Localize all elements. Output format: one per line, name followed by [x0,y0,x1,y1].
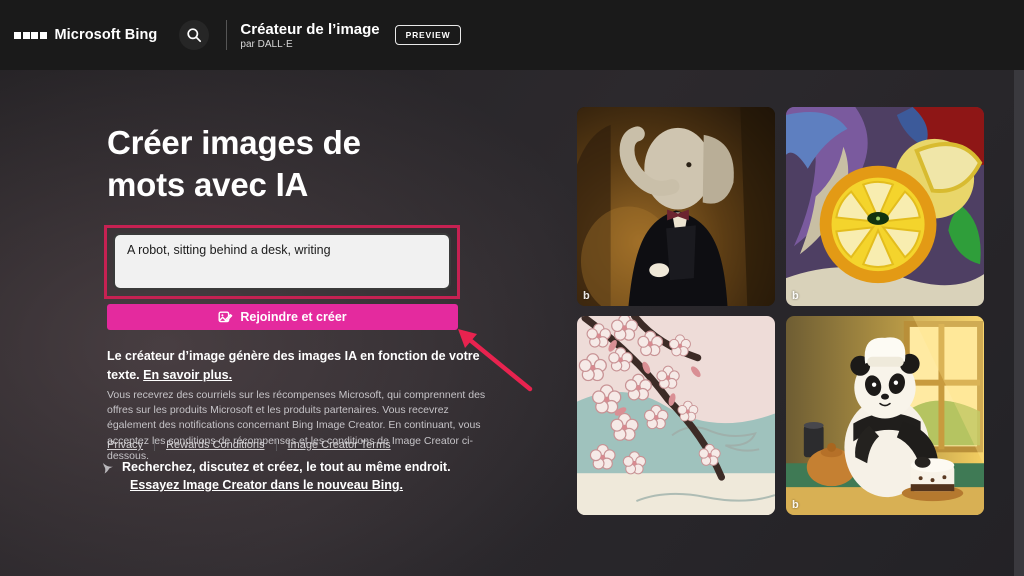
gallery-image-abstract-lemon: b [786,107,984,306]
example-image-gallery: b [577,107,984,515]
brand-title[interactable]: Microsoft Bing [55,27,158,43]
legal-text: Vous recevrez des courriels sur les réco… [107,388,499,464]
rewards-conditions-link[interactable]: Rewards Conditions [154,439,275,451]
join-and-create-button[interactable]: Rejoindre et créer [107,304,458,330]
app-title: Créateur de l’image [240,21,379,38]
privacy-link[interactable]: Privacy [107,439,154,451]
microsoft-logo-icon[interactable] [14,32,47,39]
prompt-input[interactable]: A robot, sitting behind a desk, writing [113,233,451,290]
scrollbar[interactable] [1014,70,1024,576]
image-creator-icon [218,310,233,325]
description-text: Le créateur d’image génère des images IA… [107,347,499,386]
try-image-creator-link[interactable]: Essayez Image Creator dans le nouveau Bi… [130,478,403,493]
legal-links-row: Privacy Rewards Conditions Image Creator… [107,439,402,451]
preview-badge: PREVIEW [395,25,462,45]
app-subtitle: par DALL·E [240,39,379,50]
top-navigation-bar: Microsoft Bing Créateur de l’image par D… [0,0,1024,70]
gallery-image-cherry-blossom [577,316,775,515]
bing-chat-promo: Recherchez, discutez et créez, le tout a… [102,460,451,493]
gallery-image-elephant-tuxedo: b [577,107,775,306]
header-divider [226,20,227,50]
gallery-image-panda-chef: b [786,316,984,515]
bing-watermark: b [583,290,590,302]
join-button-label: Rejoindre et créer [240,310,346,324]
promo-text: Recherchez, discutez et créez, le tout a… [122,460,451,475]
prompt-highlight-annotation: A robot, sitting behind a desk, writing [104,225,460,299]
image-creator-terms-link[interactable]: Image Creator Terms [276,439,402,451]
bing-watermark: b [792,290,799,302]
search-button[interactable] [179,20,209,50]
page-title: Créer images de mots avec IA [107,122,437,206]
search-icon [186,27,202,43]
app-title-block: Créateur de l’image par DALL·E [240,21,379,50]
page-background: Microsoft Bing Créateur de l’image par D… [0,0,1024,576]
bing-bird-icon [102,462,115,493]
bing-watermark: b [792,499,799,511]
learn-more-link[interactable]: En savoir plus. [143,368,232,382]
